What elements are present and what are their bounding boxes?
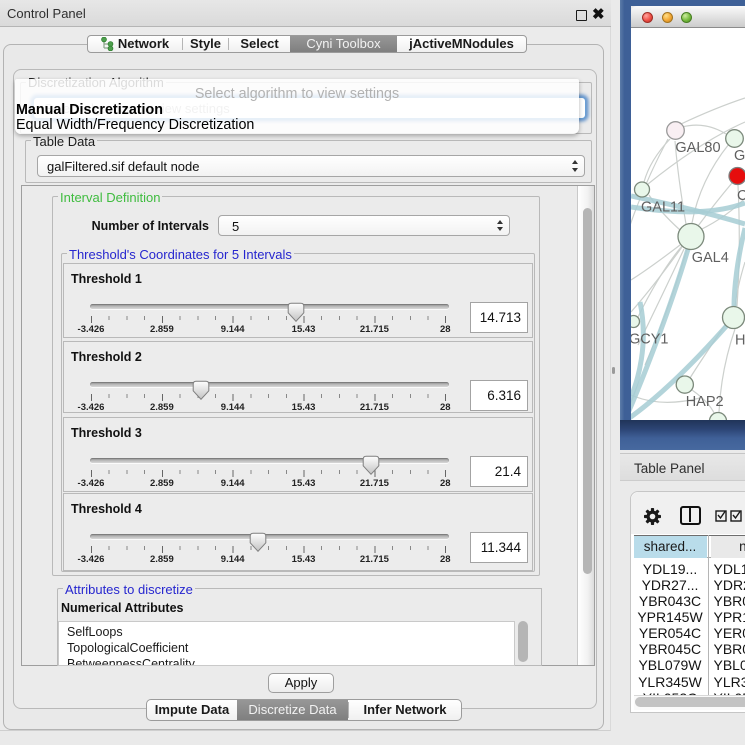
- svg-text:C: C: [737, 188, 745, 204]
- svg-text:GAL80: GAL80: [675, 140, 720, 156]
- svg-text:HAP2: HAP2: [686, 394, 724, 410]
- svg-text:GAL4: GAL4: [692, 250, 729, 266]
- svg-text:H: H: [735, 333, 745, 349]
- svg-text:GAL11: GAL11: [641, 200, 685, 216]
- svg-text:GA: GA: [734, 148, 745, 164]
- svg-text:GCY1: GCY1: [631, 332, 669, 348]
